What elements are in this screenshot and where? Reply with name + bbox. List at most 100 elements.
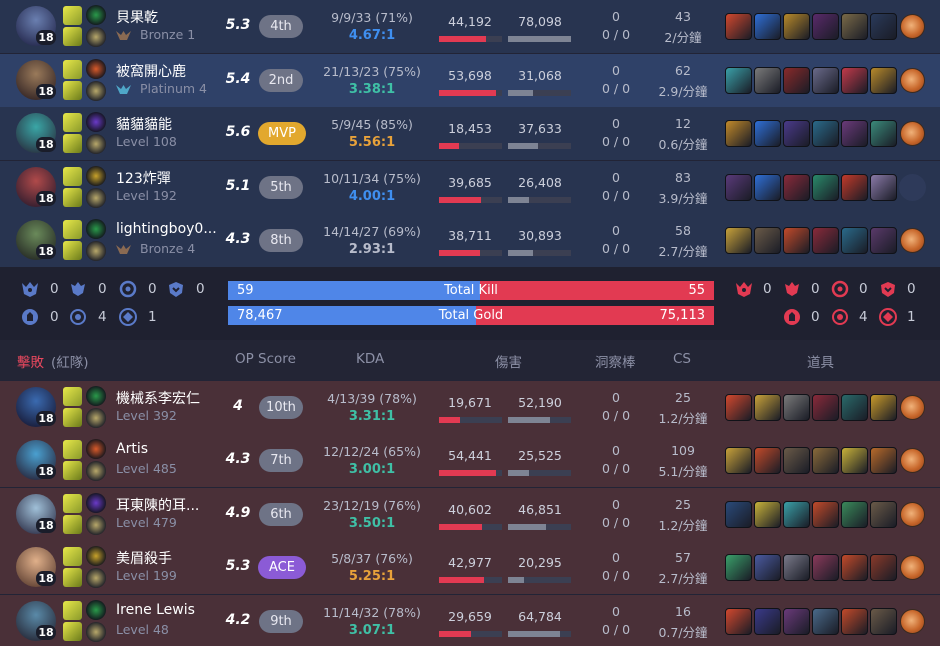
item-icon[interactable] [812, 13, 839, 40]
item-icon[interactable] [783, 501, 810, 528]
item-icon[interactable] [870, 13, 897, 40]
player-row[interactable]: 18 貝果乾 Bronze 1 5.3 4th 9/9/33 (71%) 4.67:1 44,… [0, 0, 940, 53]
secondary-rune-icon[interactable] [86, 515, 106, 535]
item-icon[interactable] [841, 608, 868, 635]
player-row[interactable]: 18 Irene Lewis Level 48 4.2 9th 11/14/32 (78%… [0, 595, 940, 646]
item-icon[interactable] [725, 554, 752, 581]
summoner-name[interactable]: 貝果乾 [116, 7, 158, 27]
flash-spell-icon[interactable] [63, 6, 82, 25]
item-icon[interactable] [841, 227, 868, 254]
player-row[interactable]: 18 lightingboy0... Bronze 4 4.3 8th 14/14/27 … [0, 214, 940, 267]
item-icon[interactable] [841, 501, 868, 528]
item-icon[interactable] [812, 394, 839, 421]
secondary-rune-icon[interactable] [86, 461, 106, 481]
item-icon[interactable] [783, 394, 810, 421]
item-icon[interactable] [870, 120, 897, 147]
item-icon[interactable] [783, 608, 810, 635]
player-row[interactable]: 18 美眉殺手 Level 199 5.3 ACE 5/8/37 (76%) 5.25:1 4… [0, 541, 940, 594]
player-row[interactable]: 18 耳東陳的耳... Level 479 4.9 6th 23/12/19 (76%) 3… [0, 488, 940, 541]
item-icon[interactable] [870, 447, 897, 474]
secondary-spell-icon[interactable] [63, 81, 82, 100]
flash-spell-icon[interactable] [63, 60, 82, 79]
item-icon[interactable] [841, 554, 868, 581]
item-icon[interactable] [841, 394, 868, 421]
player-row[interactable]: 18 機械系李宏仁 Level 392 4 10th 4/13/39 (78%) 3.31:… [0, 381, 940, 434]
item-icon[interactable] [870, 608, 897, 635]
flash-spell-icon[interactable] [63, 167, 82, 186]
keystone-rune-icon[interactable] [86, 166, 106, 186]
secondary-rune-icon[interactable] [86, 568, 106, 588]
item-icon[interactable] [754, 447, 781, 474]
secondary-spell-icon[interactable] [63, 27, 82, 46]
item-icon[interactable] [725, 608, 752, 635]
item-icon[interactable] [841, 120, 868, 147]
item-icon[interactable] [725, 394, 752, 421]
item-icon[interactable] [841, 13, 868, 40]
summoner-name[interactable]: 耳東陳的耳... [116, 495, 199, 515]
item-icon[interactable] [783, 447, 810, 474]
flash-spell-icon[interactable] [63, 601, 82, 620]
item-icon[interactable] [812, 554, 839, 581]
item-icon[interactable] [870, 174, 897, 201]
keystone-rune-icon[interactable] [86, 112, 106, 132]
keystone-rune-icon[interactable] [86, 600, 106, 620]
item-icon[interactable] [841, 174, 868, 201]
item-icon[interactable] [812, 120, 839, 147]
secondary-rune-icon[interactable] [86, 81, 106, 101]
summoner-name[interactable]: 被窩開心鹿 [116, 61, 186, 81]
ward-trinket-icon[interactable] [900, 14, 925, 39]
player-row[interactable]: 18 Artis Level 485 4.3 7th 12/12/24 (65%) 3.00… [0, 434, 940, 487]
item-icon[interactable] [725, 67, 752, 94]
item-icon[interactable] [754, 554, 781, 581]
item-icon[interactable] [783, 67, 810, 94]
item-icon[interactable] [812, 447, 839, 474]
secondary-rune-icon[interactable] [86, 241, 106, 261]
secondary-rune-icon[interactable] [86, 188, 106, 208]
item-icon[interactable] [725, 501, 752, 528]
keystone-rune-icon[interactable] [86, 546, 106, 566]
secondary-spell-icon[interactable] [63, 515, 82, 534]
item-icon[interactable] [783, 174, 810, 201]
item-icon[interactable] [725, 13, 752, 40]
summoner-name[interactable]: lightingboy0... [116, 221, 217, 237]
secondary-rune-icon[interactable] [86, 408, 106, 428]
summoner-name[interactable]: Irene Lewis [116, 602, 195, 618]
item-icon[interactable] [841, 447, 868, 474]
secondary-spell-icon[interactable] [63, 622, 82, 641]
item-icon[interactable] [725, 120, 752, 147]
ward-trinket-icon[interactable] [900, 121, 925, 146]
item-icon[interactable] [754, 120, 781, 147]
summoner-name[interactable]: 美眉殺手 [116, 548, 172, 568]
secondary-spell-icon[interactable] [63, 568, 82, 587]
summoner-name[interactable]: Artis [116, 441, 148, 457]
item-icon[interactable] [783, 120, 810, 147]
item-icon[interactable] [725, 174, 752, 201]
secondary-spell-icon[interactable] [63, 188, 82, 207]
item-icon[interactable] [870, 227, 897, 254]
item-icon[interactable] [754, 13, 781, 40]
item-icon[interactable] [783, 554, 810, 581]
player-row[interactable]: 18 被窩開心鹿 Platinum 4 5.4 2nd 21/13/23 (75%) 3.3… [0, 54, 940, 107]
item-icon[interactable] [754, 67, 781, 94]
keystone-rune-icon[interactable] [86, 386, 106, 406]
secondary-rune-icon[interactable] [86, 27, 106, 47]
flash-spell-icon[interactable] [63, 547, 82, 566]
ward-trinket-icon[interactable] [900, 228, 925, 253]
item-icon[interactable] [812, 227, 839, 254]
ward-trinket-icon[interactable] [900, 502, 925, 527]
secondary-spell-icon[interactable] [63, 241, 82, 260]
summoner-name[interactable]: 貓貓貓能 [116, 114, 172, 134]
flash-spell-icon[interactable] [63, 220, 82, 239]
item-icon[interactable] [754, 227, 781, 254]
secondary-rune-icon[interactable] [86, 134, 106, 154]
item-icon[interactable] [783, 13, 810, 40]
item-icon[interactable] [841, 67, 868, 94]
player-row[interactable]: 18 貓貓貓能 Level 108 5.6 MVP 5/9/45 (85%) 5.56:1 1… [0, 107, 940, 160]
keystone-rune-icon[interactable] [86, 59, 106, 79]
item-icon[interactable] [812, 174, 839, 201]
secondary-spell-icon[interactable] [63, 461, 82, 480]
item-icon[interactable] [754, 501, 781, 528]
ward-trinket-icon[interactable] [900, 448, 925, 473]
item-icon[interactable] [754, 608, 781, 635]
item-icon[interactable] [870, 554, 897, 581]
